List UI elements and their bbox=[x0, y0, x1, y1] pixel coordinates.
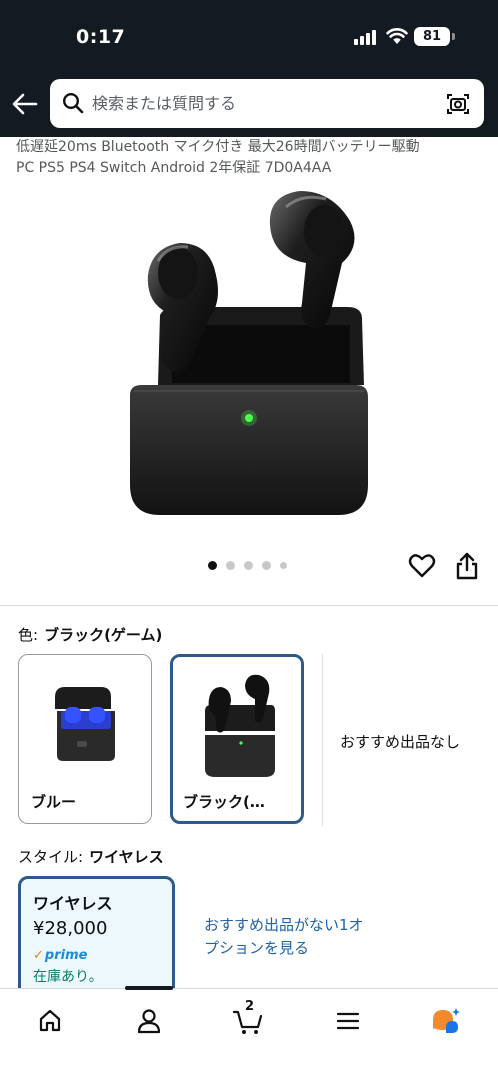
status-bar: 0:17 81 bbox=[0, 0, 498, 72]
heart-icon[interactable] bbox=[408, 553, 436, 579]
section-divider bbox=[0, 605, 498, 606]
see-options-link[interactable]: おすすめ出品がない1オプションを見る bbox=[204, 914, 374, 960]
header: 0:17 81 bbox=[0, 0, 498, 137]
prime-label: prime bbox=[44, 948, 88, 963]
style-option-name: ワイヤレス bbox=[33, 894, 113, 913]
color-option-black[interactable]: ブラック(… bbox=[170, 654, 304, 824]
pager-dot bbox=[280, 562, 287, 569]
active-tab-indicator bbox=[125, 986, 173, 990]
product-title-line: 低遅延20ms Bluetooth マイク付き 最大26時間バッテリー駆動 bbox=[16, 139, 420, 155]
rufus-chat-icon bbox=[433, 1008, 460, 1033]
style-selected-value: ワイヤレス bbox=[89, 848, 164, 866]
no-offers-text: おすすめ出品なし bbox=[340, 733, 461, 751]
search-icon bbox=[62, 92, 84, 114]
pager-dot bbox=[244, 561, 253, 570]
product-title: 低遅延20ms Bluetooth マイク付き 最大26時間バッテリー駆動 PC… bbox=[16, 137, 488, 179]
status-time: 0:17 bbox=[76, 26, 126, 48]
style-option-price: ¥28,000 bbox=[33, 918, 108, 939]
cellular-signal-icon bbox=[354, 29, 378, 45]
color-label-row: 色: ブラック(ゲーム) bbox=[18, 624, 162, 645]
share-icon[interactable] bbox=[454, 551, 480, 581]
prime-check-icon: ✓ bbox=[33, 948, 44, 963]
search-bar[interactable] bbox=[50, 79, 484, 128]
back-arrow-icon[interactable] bbox=[10, 90, 40, 118]
style-label-row: スタイル: ワイヤレス bbox=[18, 846, 164, 867]
account-icon bbox=[137, 1009, 161, 1034]
menu-icon bbox=[336, 1012, 360, 1030]
nav-account[interactable] bbox=[127, 1001, 171, 1041]
color-selected-value: ブラック(ゲーム) bbox=[44, 626, 163, 644]
color-option-label: ブルー bbox=[31, 793, 77, 811]
pager-dot bbox=[262, 561, 271, 570]
battery-indicator: 81 bbox=[414, 27, 450, 46]
bottom-navigation: 2 bbox=[0, 986, 498, 1080]
camera-search-icon[interactable] bbox=[444, 90, 472, 118]
color-label: 色: bbox=[18, 626, 39, 644]
prime-badge: ✓prime bbox=[33, 948, 87, 963]
style-label: スタイル: bbox=[18, 848, 84, 866]
battery-tip bbox=[452, 33, 455, 40]
product-title-line: PC PS5 PS4 Switch Android 2年保証 7D0A4AA bbox=[16, 160, 332, 176]
color-option-blue[interactable]: ブルー bbox=[18, 654, 152, 824]
home-icon bbox=[39, 1009, 61, 1032]
search-input[interactable] bbox=[92, 90, 432, 116]
nav-home[interactable] bbox=[28, 1001, 72, 1041]
blue-case-thumbnail bbox=[55, 687, 115, 761]
nav-rufus[interactable] bbox=[424, 1001, 468, 1041]
black-case-thumbnail bbox=[205, 674, 275, 777]
vertical-divider bbox=[322, 654, 323, 826]
wifi-icon bbox=[386, 28, 408, 44]
pager-dot bbox=[226, 561, 235, 570]
color-option-label: ブラック(… bbox=[183, 793, 265, 811]
stock-status: 在庫あり。 bbox=[33, 969, 103, 985]
pager-dot-active bbox=[208, 561, 217, 570]
cart-count-badge: 2 bbox=[245, 999, 255, 1014]
nav-cart[interactable]: 2 bbox=[226, 999, 270, 1041]
product-image[interactable] bbox=[118, 185, 380, 525]
nav-menu[interactable] bbox=[326, 1001, 370, 1041]
